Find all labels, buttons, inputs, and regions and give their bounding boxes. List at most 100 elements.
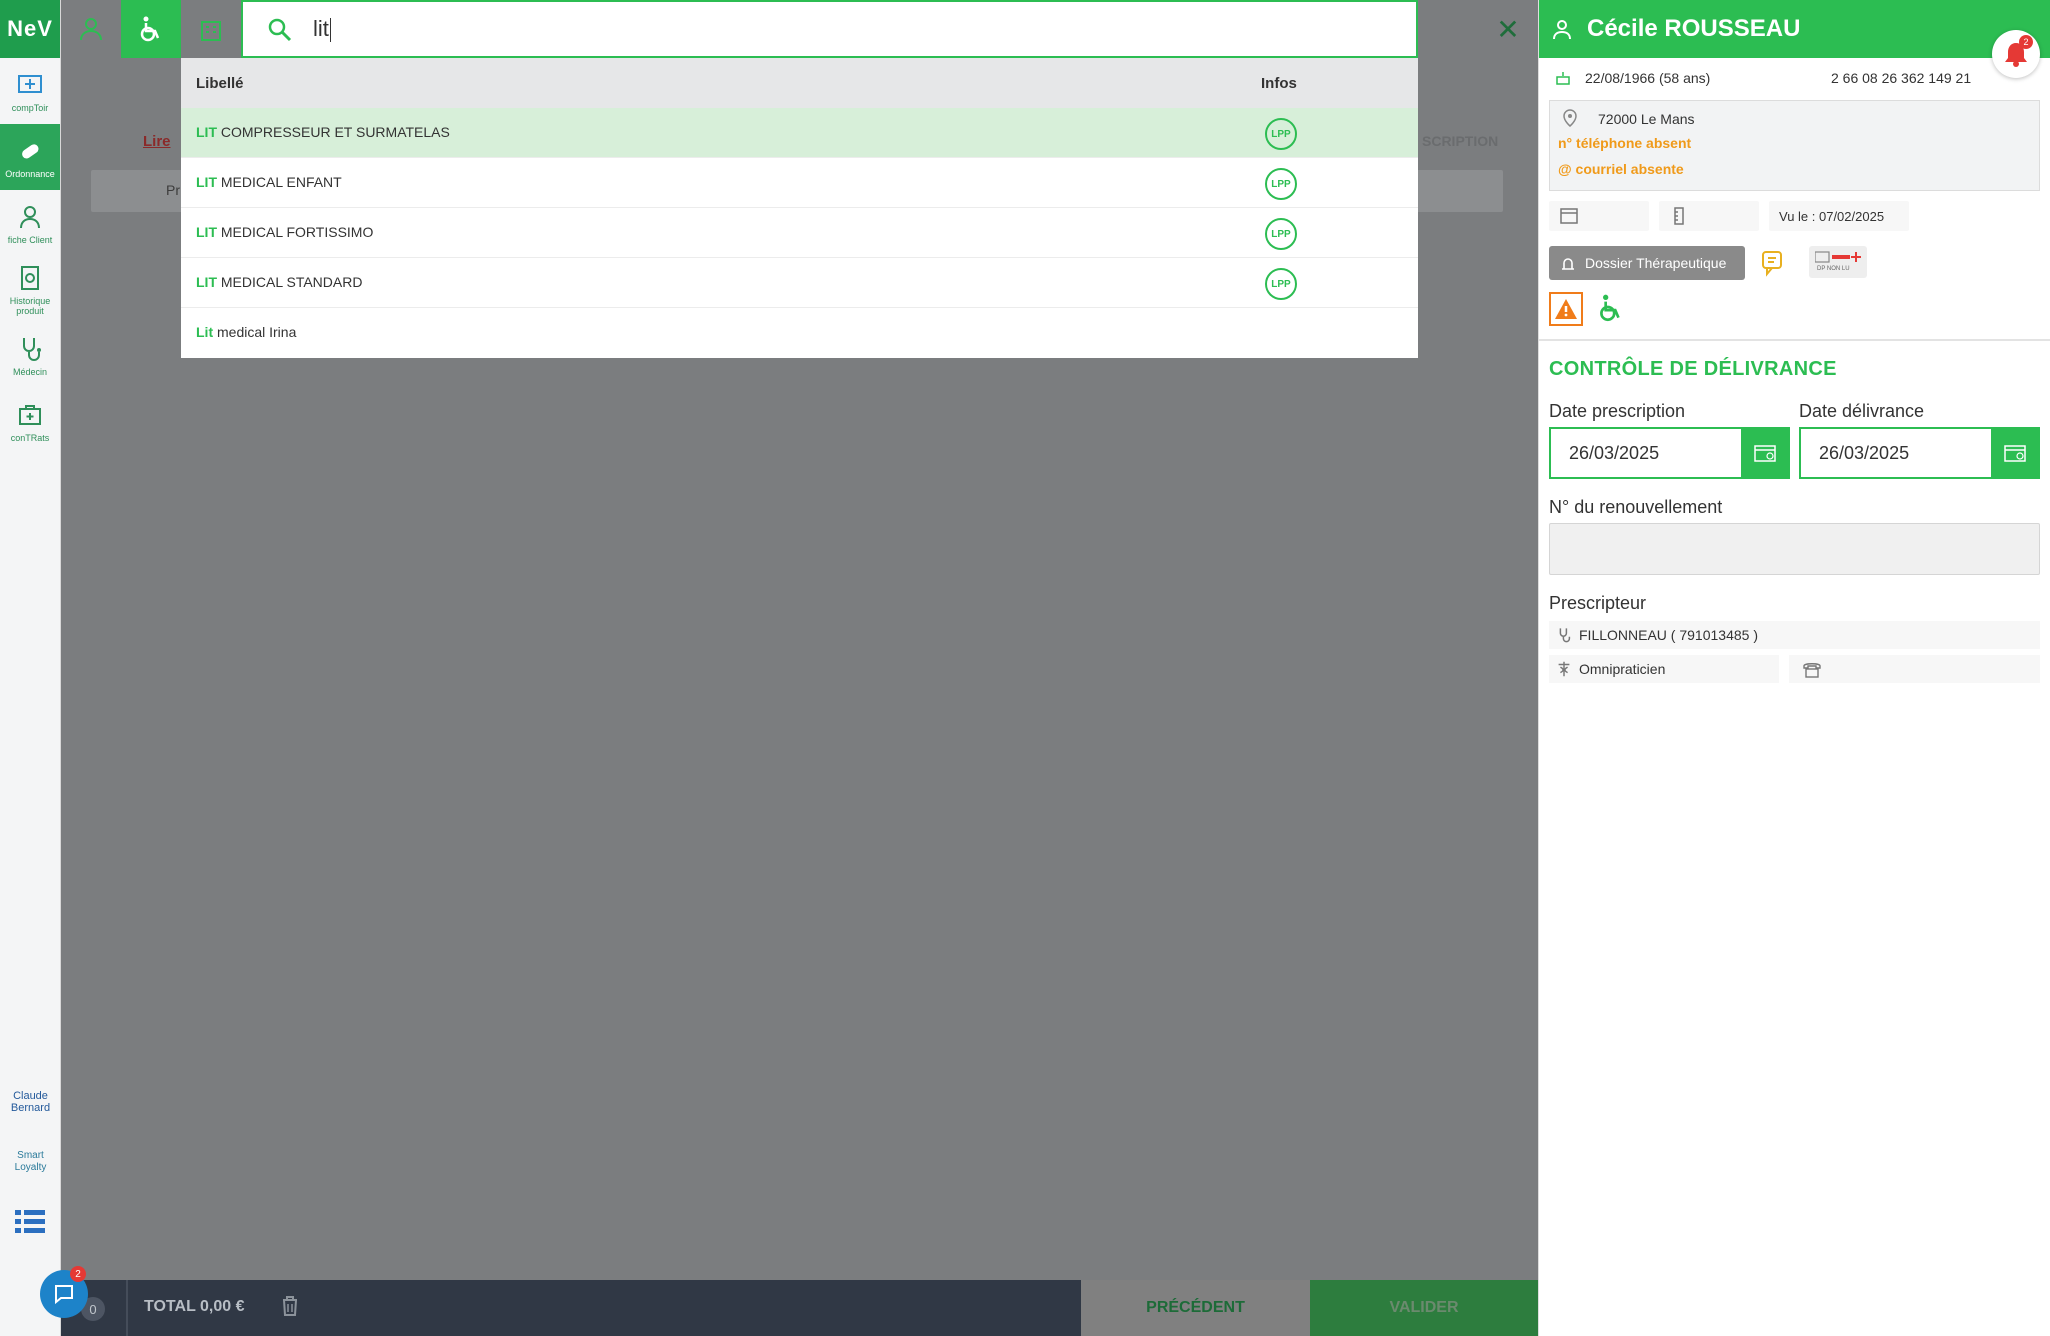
result-row[interactable]: LIT COMPRESSEUR ET SURMATELAS LPP [181,108,1418,158]
sidebar-item-ordonnance[interactable]: Ordonnance [0,124,60,190]
chat-badge: 2 [70,1266,86,1282]
result-label: MEDICAL ENFANT [217,174,342,190]
search-query: lit [313,16,329,41]
product-search-input[interactable]: lit [241,0,1418,58]
sidebar-item-label: fiche Client [7,234,53,245]
patient-name[interactable]: Cécile ROUSSEAU [1587,15,1800,43]
sidebar-item-comptoir[interactable]: compToir [0,58,60,124]
prescriber-label: Prescripteur [1549,593,1647,613]
toolbar-building-button[interactable] [181,0,241,58]
date-delivrance-value: 26/03/2025 [1819,443,1910,463]
card-icon [1560,208,1578,224]
search-icon [268,18,292,42]
sidebar-item-historique[interactable]: Historique produit [0,256,60,322]
bottom-bar: 0 TOTAL 0,00 € PRÉCÉDENT VALIDER [61,1280,1538,1336]
prescriber-phone-field[interactable] [1789,655,2040,683]
sidebar-item-contrats[interactable]: conTRats [0,388,60,454]
sidebar-item-medecin[interactable]: Médecin [0,322,60,388]
app-logo: NeV [0,0,60,58]
building-icon [201,21,221,41]
results-header: Libellé Infos [181,58,1418,108]
medical-case-icon [19,404,41,425]
date-delivrance-label: Date délivrance [1799,401,1925,421]
result-label: MEDICAL FORTISSIMO [217,224,374,240]
speciality-field[interactable]: Omnipraticien [1549,655,1779,683]
background-link: Lire [143,133,171,150]
lpp-badge: LPP [1265,218,1297,250]
renewal-input[interactable] [1549,523,2040,575]
result-label: medical Irina [213,324,297,340]
patient-nir: 2 66 08 26 362 149 21 [1831,70,1972,86]
close-search-button[interactable]: ✕ [1478,0,1538,58]
date-prescription-input[interactable]: 26/03/2025 [1549,427,1790,479]
result-row[interactable]: LIT MEDICAL ENFANT LPP [181,158,1418,208]
result-row[interactable]: LIT MEDICAL FORTISSIMO LPP [181,208,1418,258]
result-label: COMPRESSEUR ET SURMATELAS [217,124,450,140]
sidebar-item-label: compToir [11,102,49,113]
patient-city: 72000 Le Mans [1598,111,1695,127]
message-icon[interactable] [1757,248,1787,283]
divider [126,1280,128,1336]
history-doc-icon [21,265,39,290]
prescriber-name: FILLONNEAU ( 791013485 ) [1579,627,1758,643]
match-prefix: LIT [196,224,217,240]
toolbar-pharmacist-button[interactable] [61,0,121,58]
search-results: Libellé Infos LIT COMPRESSEUR ET SURMATE… [181,58,1418,358]
result-row[interactable]: Lit medical Irina [181,308,1418,358]
chat-button[interactable]: 2 [40,1266,88,1318]
sidebar-item-label: Historique produit [9,295,51,316]
calendar-button[interactable] [1741,429,1788,477]
date-prescription-label: Date prescription [1549,401,1686,421]
wheelchair-status-icon[interactable] [1595,292,1627,329]
validate-button[interactable]: VALIDER [1310,1280,1538,1336]
claude-bernard-logo: Claude Bernard [10,1090,51,1114]
scale-field[interactable] [1659,201,1759,231]
left-sidebar: NeV compToir Ordonnance fiche Client His… [0,0,61,1336]
notifications-button[interactable]: 2 [1992,30,2040,78]
patient-birthdate: 22/08/1966 (58 ans) [1585,70,1711,86]
menu-grid-icon[interactable] [15,1208,45,1241]
location-pin-icon [1563,109,1577,127]
patient-panel: Cécile ROUSSEAU 2 22/08/1966 (58 ans) 2 … [1538,0,2050,1336]
cart-total: TOTAL 0,00 € [144,1298,245,1315]
background-tab-label: SCRIPTION [1422,133,1499,149]
background-bar-label: Pr [166,182,180,198]
section-title: CONTRÔLE DE DÉLIVRANCE [1549,358,1837,380]
result-row[interactable]: LIT MEDICAL STANDARD LPP [181,258,1418,308]
patient-header: Cécile ROUSSEAU [1539,0,2050,58]
trash-icon[interactable] [281,1295,299,1323]
contact-box[interactable]: 72000 Le Mans n° téléphone absent @ cour… [1549,100,2040,191]
calendar-button[interactable] [1991,429,2038,477]
stethoscope-icon [23,337,41,361]
toolbar-wheelchair-button[interactable] [121,0,181,58]
lpp-badge: LPP [1265,268,1297,300]
dossier-therapeutique-button[interactable]: Dossier Thérapeutique [1549,246,1745,280]
warning-button[interactable] [1549,292,1583,326]
column-header-libelle: Libellé [196,74,244,92]
text-caret [329,18,331,43]
prescriber-field[interactable]: FILLONNEAU ( 791013485 ) [1549,621,2040,649]
stethoscope-icon [1559,628,1571,643]
ruler-icon [1674,207,1684,225]
email-missing: @ courriel absente [1558,161,1684,177]
previous-button[interactable]: PRÉCÉDENT [1081,1280,1310,1336]
match-prefix: LIT [196,124,217,140]
counter-icon [18,74,42,93]
last-seen-date: Vu le : 07/02/2025 [1769,201,1909,231]
dp-label: DP NON LU [1817,266,1850,272]
dp-status-button[interactable]: DP NON LU [1809,246,1867,278]
lpp-badge: LPP [1265,118,1297,150]
phone-missing: n° téléphone absent [1558,135,1692,151]
lpp-badge: LPP [1265,168,1297,200]
sidebar-item-fiche-client[interactable]: fiche Client [0,190,60,256]
patient-icon [1553,20,1571,40]
date-delivrance-input[interactable]: 26/03/2025 [1799,427,2040,479]
dp-card-icon [1815,251,1861,263]
pill-icon [22,143,39,158]
caduceus-icon [1558,661,1570,677]
pharmacist-icon [80,18,102,41]
sidebar-item-label: Ordonnance [5,168,55,179]
card-field[interactable] [1549,201,1649,231]
alarm-icon [1562,258,1574,270]
result-label: MEDICAL STANDARD [217,274,363,290]
